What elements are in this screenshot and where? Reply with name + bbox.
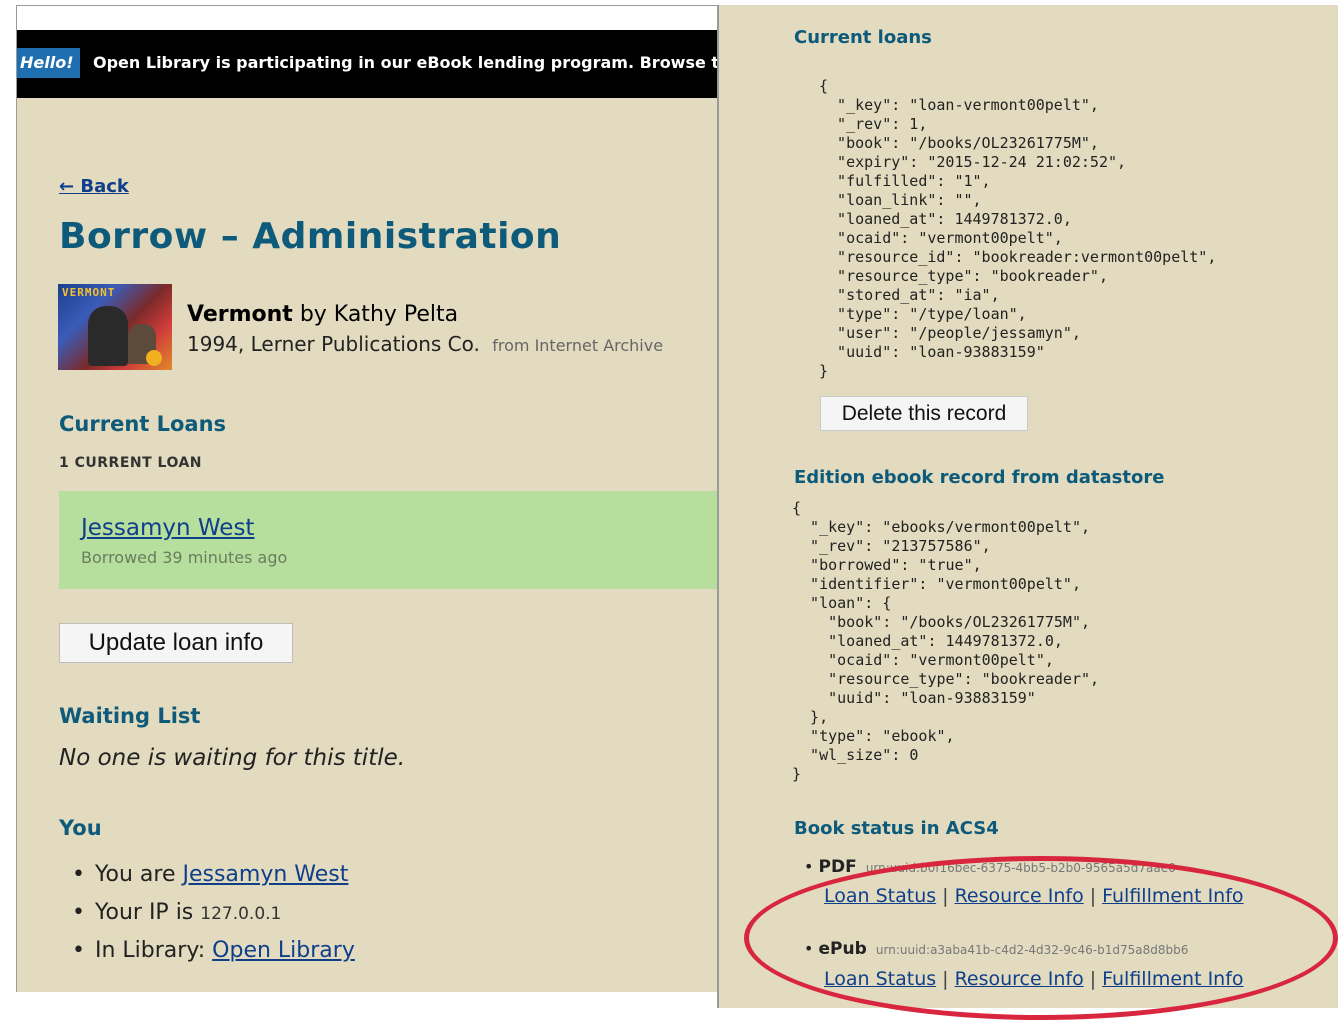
you-info-list: • You are Jessamyn West • Your IP is 127.0… — [72, 856, 355, 970]
ip-label: Your IP is — [94, 900, 194, 925]
link-separator: | — [942, 968, 949, 990]
back-link[interactable]: ← Back — [59, 176, 129, 197]
loan-card: Jessamyn West Borrowed 39 minutes ago — [59, 491, 717, 589]
book-title[interactable]: Vermont — [187, 302, 293, 327]
format-label: PDF — [818, 857, 857, 877]
cover-figure — [88, 306, 128, 366]
loan-user-link[interactable]: Jessamyn West — [81, 515, 254, 541]
waiting-list-heading: Waiting List — [59, 704, 201, 728]
acs4-epub-links: Loan Status | Resource Info | Fulfillment In… — [824, 968, 1244, 990]
bullet: • — [804, 857, 814, 876]
list-item: • In Library: Open Library — [72, 938, 355, 963]
bullet: • — [804, 939, 814, 958]
book-source: from Internet Archive — [492, 336, 664, 355]
cover-title-text: VERMONT — [62, 286, 116, 299]
fulfillment-info-link[interactable]: Fulfillment Info — [1102, 968, 1243, 990]
you-heading: You — [59, 816, 102, 840]
current-loans-heading: Current Loans — [59, 412, 227, 436]
acs4-pdf-links: Loan Status | Resource Info | Fulfillment In… — [824, 885, 1244, 907]
banner-message: Open Library is participating in our eBo… — [93, 53, 717, 72]
loan-record-json: { "_key": "loan-vermont00pelt", "_rev": … — [819, 77, 1217, 380]
resource-urn: urn:uuid:b0f16bec-6375-4bb5-b2b0-9565a5d… — [865, 861, 1176, 875]
loan-count: 1 CURRENT LOAN — [59, 455, 203, 471]
banner-hello-badge: Hello! — [17, 48, 80, 78]
loan-status-link[interactable]: Loan Status — [824, 885, 936, 907]
you-are-label: You are — [94, 862, 176, 887]
book-publication: 1994, Lerner Publications Co. — [187, 332, 480, 356]
panel-border — [17, 5, 717, 6]
page-title: Borrow – Administration — [59, 216, 562, 257]
loan-details-panel: Current loans { "_key": "loan-vermont00p… — [719, 5, 1338, 1008]
edition-record-json: { "_key": "ebooks/vermont00pelt", "_rev"… — [792, 499, 1100, 783]
book-publication-line: 1994, Lerner Publications Co. from Inter… — [187, 332, 663, 356]
book-title-line: Vermont by Kathy Pelta — [187, 302, 458, 327]
list-item: • You are Jessamyn West — [72, 862, 349, 887]
list-item: • Your IP is 127.0.0.1 — [72, 900, 282, 925]
loan-status-link[interactable]: Loan Status — [824, 968, 936, 990]
acs4-epub-item: • ePub urn:uuid:a3aba41b-c4d2-4d32-9c46-… — [804, 939, 1188, 959]
ip-value: 127.0.0.1 — [200, 904, 282, 924]
link-separator: | — [1089, 968, 1097, 990]
current-loans-section-heading: Current loans — [794, 27, 932, 48]
library-link[interactable]: Open Library — [212, 938, 355, 963]
format-label: ePub — [818, 939, 867, 959]
delete-record-button[interactable]: Delete this record — [820, 396, 1028, 431]
cover-ball — [146, 350, 162, 366]
update-loan-info-button[interactable]: Update loan info — [59, 623, 293, 663]
resource-info-link[interactable]: Resource Info — [955, 968, 1084, 990]
edition-record-heading: Edition ebook record from datastore — [794, 467, 1165, 488]
acs4-pdf-item: • PDF urn:uuid:b0f16bec-6375-4bb5-b2b0-9… — [804, 857, 1176, 877]
borrow-admin-page: Hello! Open Library is participating in … — [17, 30, 717, 992]
fulfillment-info-link[interactable]: Fulfillment Info — [1102, 885, 1243, 907]
resource-info-link[interactable]: Resource Info — [955, 885, 1084, 907]
acs4-status-heading: Book status in ACS4 — [794, 818, 999, 839]
book-author: by Kathy Pelta — [299, 302, 459, 327]
announcement-banner: Hello! Open Library is participating in … — [17, 30, 717, 98]
book-cover-image[interactable]: VERMONT — [58, 284, 172, 370]
in-library-label: In Library: — [94, 938, 206, 963]
link-separator: | — [1089, 885, 1097, 907]
resource-urn: urn:uuid:a3aba41b-c4d2-4d32-9c46-b1d75a8… — [875, 943, 1189, 957]
waiting-list-message: No one is waiting for this title. — [59, 745, 406, 771]
link-separator: | — [942, 885, 949, 907]
you-user-link[interactable]: Jessamyn West — [182, 862, 348, 887]
loan-timestamp: Borrowed 39 minutes ago — [81, 548, 288, 567]
